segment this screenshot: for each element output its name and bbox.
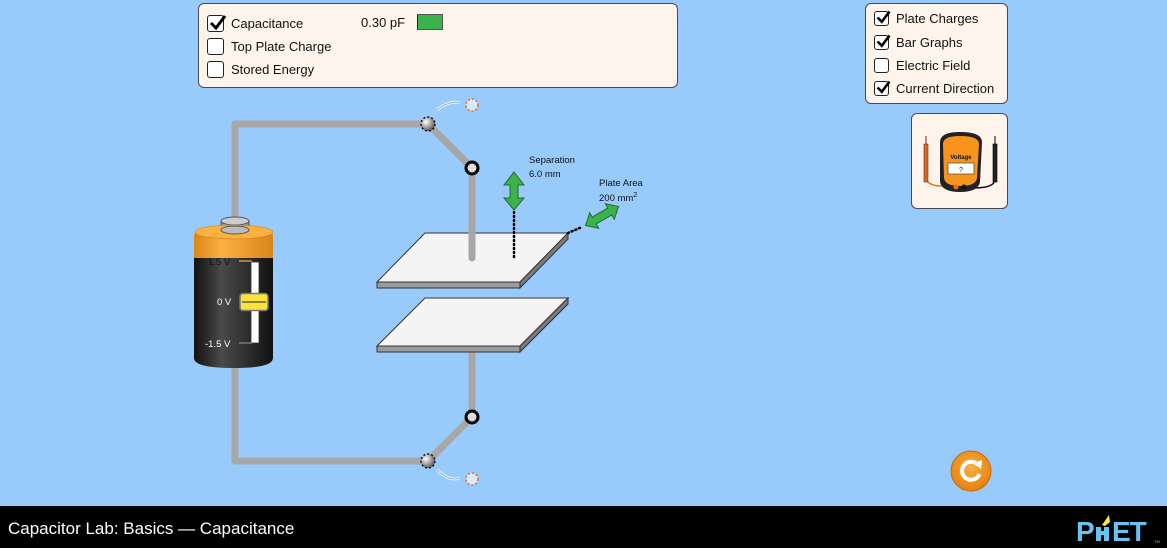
capacitance-bar-graph (417, 14, 443, 30)
top-switch-arm[interactable] (425, 121, 475, 171)
voltmeter-icon[interactable]: Voltage ? (912, 114, 1009, 210)
battery-tick-mid: 0 V (217, 297, 232, 308)
bar-graphs-label: Bar Graphs (896, 35, 963, 50)
voltmeter-reading: ? (959, 167, 963, 174)
plate-charges-checkbox[interactable]: Plate Charges (874, 10, 979, 26)
separation-label: Separation (529, 155, 575, 166)
capacitance-value: 0.30 pF (361, 15, 406, 30)
top-switch-alt-position[interactable] (465, 98, 479, 112)
current-direction-checkbox[interactable]: Current Direction (874, 80, 995, 96)
view-options-panel: Plate Charges Bar Graphs Electric Field … (865, 3, 1008, 104)
separation-value: 6.0 mm (529, 169, 561, 180)
capacitance-checkbox[interactable]: Capacitance (207, 15, 303, 32)
stored-energy-checkbox[interactable]: Stored Energy (207, 61, 314, 78)
checkmark-icon (209, 15, 227, 31)
top-switch-pivot[interactable] (420, 116, 436, 132)
battery-tick-max: 1.5 V (208, 257, 231, 268)
checkmark-icon (876, 34, 891, 48)
checkbox-checked[interactable] (874, 80, 891, 96)
checkbox-checked[interactable] (207, 15, 227, 32)
sim-stage: Separation 6.0 mm Plate Area 200 mm2 1.5… (0, 0, 1167, 506)
plate-charges-label: Plate Charges (896, 11, 979, 26)
phet-logo-button[interactable]: P ET TM (1074, 513, 1162, 545)
navigation-bar: Capacitor Lab: Basics — Capacitance P ET… (0, 506, 1167, 548)
bottom-switch-alt-position[interactable] (465, 472, 479, 486)
bottom-switch-contact (464, 409, 480, 425)
checkbox-checked[interactable] (874, 10, 891, 26)
checkbox-unchecked[interactable] (207, 61, 224, 78)
measurement-panel: Capacitance 0.30 pF Top Plate Charge Sto… (198, 3, 678, 88)
electric-field-label: Electric Field (896, 58, 971, 73)
current-direction-label: Current Direction (896, 81, 995, 96)
capacitance-label: Capacitance (231, 16, 304, 31)
checkmark-icon (876, 10, 891, 24)
checkbox-checked[interactable] (874, 34, 891, 50)
voltmeter-toolbox[interactable]: Voltage ? (911, 113, 1008, 209)
area-dotted-line (566, 225, 584, 235)
plate-area-value: 200 mm2 (599, 192, 637, 204)
checkmark-icon (876, 80, 891, 94)
svg-text:TM: TM (1154, 539, 1160, 544)
plate-area-label: Plate Area (599, 178, 644, 189)
bottom-wire (231, 365, 428, 465)
sim-title: Capacitor Lab: Basics — Capacitance (8, 519, 295, 538)
top-plate-charge-checkbox[interactable]: Top Plate Charge (207, 38, 331, 55)
top-switch-contact (464, 160, 480, 176)
separation-drag-arrow-icon[interactable] (502, 171, 526, 211)
phet-logo-icon: P ET TM (1076, 515, 1160, 545)
bar-graphs-checkbox[interactable]: Bar Graphs (874, 34, 963, 50)
voltmeter-label: Voltage (950, 155, 972, 161)
top-wire (231, 120, 432, 229)
svg-text:P: P (1076, 516, 1094, 545)
checkbox-unchecked[interactable] (207, 38, 224, 55)
checkbox-unchecked[interactable] (874, 58, 889, 73)
electric-field-checkbox[interactable]: Electric Field (874, 58, 970, 73)
bottom-switch-pivot[interactable] (420, 453, 436, 469)
stored-energy-label: Stored Energy (231, 62, 315, 77)
bottom-plate (375, 296, 570, 354)
bottom-switch-arm[interactable] (425, 414, 475, 464)
battery-tick-min: -1.5 V (205, 339, 231, 350)
reset-all-button[interactable] (950, 450, 992, 492)
svg-text:ET: ET (1112, 516, 1147, 545)
top-plate-charge-label: Top Plate Charge (231, 39, 332, 54)
